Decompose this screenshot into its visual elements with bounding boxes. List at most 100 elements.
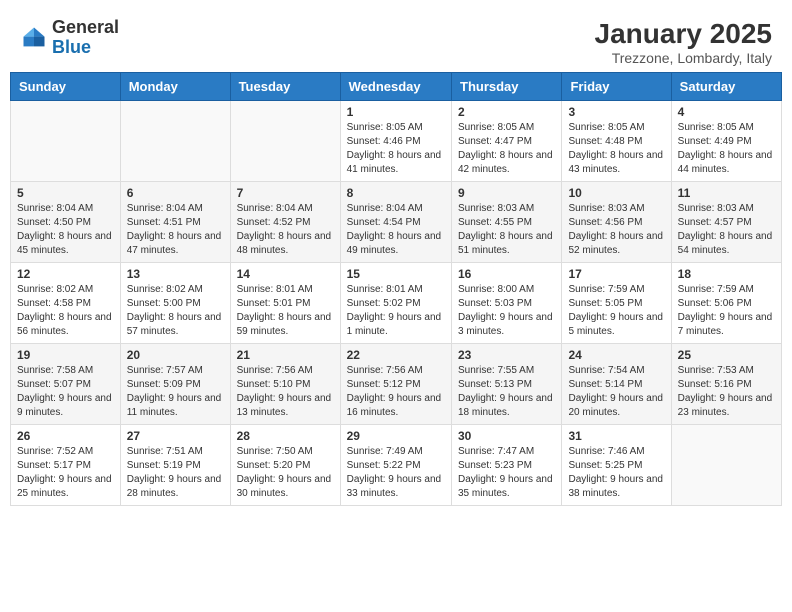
day-info: Sunrise: 8:02 AM Sunset: 5:00 PM Dayligh…: [127, 283, 224, 339]
day-info: Sunrise: 8:04 AM Sunset: 4:50 PM Dayligh…: [17, 202, 114, 258]
logo: General Blue: [20, 18, 119, 58]
calendar-cell: 1 Sunrise: 8:05 AM Sunset: 4:46 PM Daylig…: [340, 101, 451, 182]
day-number: 10: [568, 186, 664, 200]
day-number: 30: [458, 429, 555, 443]
day-number: 17: [568, 267, 664, 281]
calendar-cell: 23 Sunrise: 7:55 AM Sunset: 5:13 PM Dayli…: [452, 344, 562, 425]
day-info: Sunrise: 8:03 AM Sunset: 4:55 PM Dayligh…: [458, 202, 555, 258]
day-number: 29: [347, 429, 445, 443]
calendar-week-row: 26Sunrise: 7:52 AM Sunset: 5:17 PM Dayli…: [11, 425, 782, 506]
page-header: General Blue January 2025 Trezzone, Lomb…: [10, 10, 782, 72]
day-info: Sunrise: 7:59 AM Sunset: 5:06 PM Dayligh…: [678, 283, 775, 339]
calendar-cell: 17 Sunrise: 7:59 AM Sunset: 5:05 PM Dayli…: [562, 263, 671, 344]
day-info: Sunrise: 8:05 AM Sunset: 4:47 PM Dayligh…: [458, 121, 555, 177]
day-number: 31: [568, 429, 664, 443]
calendar-cell: 20 Sunrise: 7:57 AM Sunset: 5:09 PM Dayli…: [120, 344, 230, 425]
day-info: Sunrise: 7:57 AM Sunset: 5:09 PM Dayligh…: [127, 364, 224, 420]
calendar-cell: 18 Sunrise: 7:59 AM Sunset: 5:06 PM Dayli…: [671, 263, 781, 344]
day-number: 7: [237, 186, 334, 200]
calendar-table: SundayMondayTuesdayWednesdayThursdayFrid…: [10, 72, 782, 506]
day-info: Sunrise: 8:04 AM Sunset: 4:54 PM Dayligh…: [347, 202, 445, 258]
day-info: Sunrise: 7:59 AM Sunset: 5:05 PM Dayligh…: [568, 283, 664, 339]
day-info: Sunrise: 7:49 AM Sunset: 5:22 PM Dayligh…: [347, 445, 445, 501]
calendar-cell: 16Sunrise: 8:00 AM Sunset: 5:03 PM Dayli…: [452, 263, 562, 344]
calendar-week-row: 5 Sunrise: 8:04 AM Sunset: 4:50 PM Daylig…: [11, 182, 782, 263]
day-number: 21: [237, 348, 334, 362]
weekday-header-friday: Friday: [562, 73, 671, 101]
day-number: 4: [678, 105, 775, 119]
calendar-cell: [11, 101, 121, 182]
day-number: 20: [127, 348, 224, 362]
calendar-cell: 29 Sunrise: 7:49 AM Sunset: 5:22 PM Dayli…: [340, 425, 451, 506]
calendar-cell: 27Sunrise: 7:51 AM Sunset: 5:19 PM Dayli…: [120, 425, 230, 506]
day-number: 9: [458, 186, 555, 200]
day-number: 11: [678, 186, 775, 200]
calendar-cell: 30 Sunrise: 7:47 AM Sunset: 5:23 PM Dayli…: [452, 425, 562, 506]
day-info: Sunrise: 8:04 AM Sunset: 4:51 PM Dayligh…: [127, 202, 224, 258]
day-number: 19: [17, 348, 114, 362]
calendar-cell: 12Sunrise: 8:02 AM Sunset: 4:58 PM Dayli…: [11, 263, 121, 344]
day-info: Sunrise: 7:47 AM Sunset: 5:23 PM Dayligh…: [458, 445, 555, 501]
calendar-cell: 8 Sunrise: 8:04 AM Sunset: 4:54 PM Daylig…: [340, 182, 451, 263]
month-title: January 2025: [595, 18, 772, 50]
day-info: Sunrise: 7:56 AM Sunset: 5:10 PM Dayligh…: [237, 364, 334, 420]
weekday-header-row: SundayMondayTuesdayWednesdayThursdayFrid…: [11, 73, 782, 101]
day-info: Sunrise: 7:53 AM Sunset: 5:16 PM Dayligh…: [678, 364, 775, 420]
day-info: Sunrise: 8:01 AM Sunset: 5:02 PM Dayligh…: [347, 283, 445, 339]
day-number: 16: [458, 267, 555, 281]
day-info: Sunrise: 8:01 AM Sunset: 5:01 PM Dayligh…: [237, 283, 334, 339]
day-number: 22: [347, 348, 445, 362]
calendar-cell: 22 Sunrise: 7:56 AM Sunset: 5:12 PM Dayli…: [340, 344, 451, 425]
day-info: Sunrise: 8:03 AM Sunset: 4:57 PM Dayligh…: [678, 202, 775, 258]
logo-blue-text: Blue: [52, 37, 91, 57]
calendar-cell: 15Sunrise: 8:01 AM Sunset: 5:02 PM Dayli…: [340, 263, 451, 344]
logo-icon: [20, 24, 48, 52]
day-info: Sunrise: 8:04 AM Sunset: 4:52 PM Dayligh…: [237, 202, 334, 258]
day-number: 12: [17, 267, 114, 281]
day-number: 24: [568, 348, 664, 362]
day-info: Sunrise: 7:46 AM Sunset: 5:25 PM Dayligh…: [568, 445, 664, 501]
weekday-header-sunday: Sunday: [11, 73, 121, 101]
weekday-header-tuesday: Tuesday: [230, 73, 340, 101]
day-info: Sunrise: 7:52 AM Sunset: 5:17 PM Dayligh…: [17, 445, 114, 501]
calendar-cell: [230, 101, 340, 182]
weekday-header-wednesday: Wednesday: [340, 73, 451, 101]
day-number: 23: [458, 348, 555, 362]
title-block: January 2025 Trezzone, Lombardy, Italy: [595, 18, 772, 66]
day-number: 6: [127, 186, 224, 200]
day-info: Sunrise: 8:05 AM Sunset: 4:46 PM Dayligh…: [347, 121, 445, 177]
calendar-cell: 7 Sunrise: 8:04 AM Sunset: 4:52 PM Daylig…: [230, 182, 340, 263]
day-info: Sunrise: 7:54 AM Sunset: 5:14 PM Dayligh…: [568, 364, 664, 420]
day-info: Sunrise: 7:55 AM Sunset: 5:13 PM Dayligh…: [458, 364, 555, 420]
calendar-cell: 21 Sunrise: 7:56 AM Sunset: 5:10 PM Dayli…: [230, 344, 340, 425]
day-number: 1: [347, 105, 445, 119]
weekday-header-monday: Monday: [120, 73, 230, 101]
location-title: Trezzone, Lombardy, Italy: [595, 50, 772, 66]
calendar-cell: 6 Sunrise: 8:04 AM Sunset: 4:51 PM Daylig…: [120, 182, 230, 263]
calendar-cell: 25 Sunrise: 7:53 AM Sunset: 5:16 PM Dayli…: [671, 344, 781, 425]
day-number: 13: [127, 267, 224, 281]
day-number: 8: [347, 186, 445, 200]
day-number: 2: [458, 105, 555, 119]
logo-general-text: General: [52, 17, 119, 37]
calendar-cell: 26Sunrise: 7:52 AM Sunset: 5:17 PM Dayli…: [11, 425, 121, 506]
day-info: Sunrise: 7:58 AM Sunset: 5:07 PM Dayligh…: [17, 364, 114, 420]
calendar-cell: 11 Sunrise: 8:03 AM Sunset: 4:57 PM Dayli…: [671, 182, 781, 263]
calendar-cell: 19 Sunrise: 7:58 AM Sunset: 5:07 PM Dayli…: [11, 344, 121, 425]
day-number: 3: [568, 105, 664, 119]
calendar-cell: 28 Sunrise: 7:50 AM Sunset: 5:20 PM Dayli…: [230, 425, 340, 506]
day-info: Sunrise: 7:50 AM Sunset: 5:20 PM Dayligh…: [237, 445, 334, 501]
day-number: 25: [678, 348, 775, 362]
day-info: Sunrise: 7:56 AM Sunset: 5:12 PM Dayligh…: [347, 364, 445, 420]
calendar-cell: [671, 425, 781, 506]
calendar-cell: 4Sunrise: 8:05 AM Sunset: 4:49 PM Daylig…: [671, 101, 781, 182]
day-info: Sunrise: 8:03 AM Sunset: 4:56 PM Dayligh…: [568, 202, 664, 258]
day-info: Sunrise: 7:51 AM Sunset: 5:19 PM Dayligh…: [127, 445, 224, 501]
calendar-cell: 10 Sunrise: 8:03 AM Sunset: 4:56 PM Dayli…: [562, 182, 671, 263]
day-number: 18: [678, 267, 775, 281]
calendar-cell: [120, 101, 230, 182]
day-number: 5: [17, 186, 114, 200]
day-number: 28: [237, 429, 334, 443]
calendar-cell: 31 Sunrise: 7:46 AM Sunset: 5:25 PM Dayli…: [562, 425, 671, 506]
calendar-week-row: 12Sunrise: 8:02 AM Sunset: 4:58 PM Dayli…: [11, 263, 782, 344]
